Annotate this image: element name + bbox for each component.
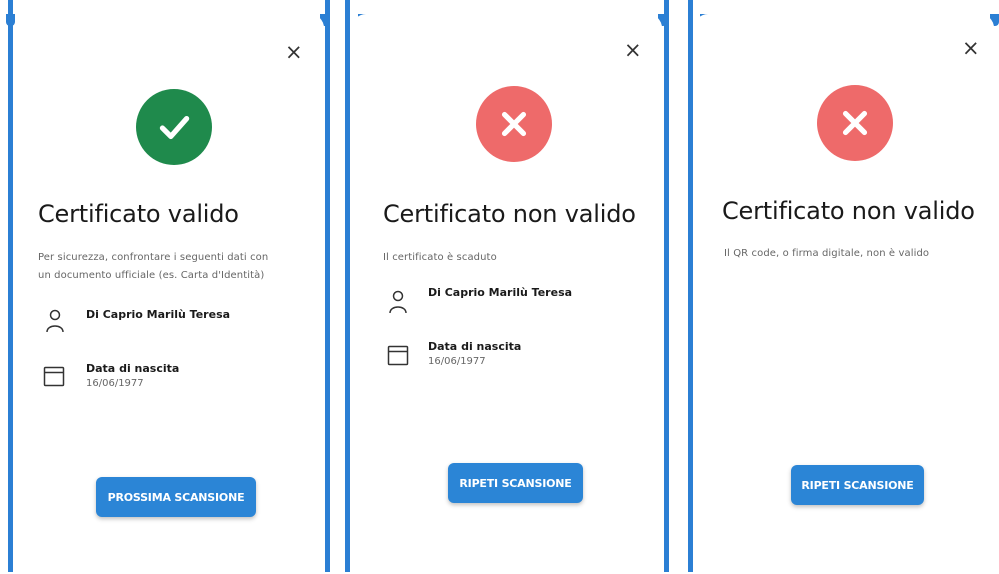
- result-title: Certificato non valido: [383, 200, 636, 228]
- cross-icon: [501, 111, 527, 137]
- check-icon: [159, 115, 190, 140]
- frame-edge: [8, 0, 13, 572]
- frame-edge: [664, 0, 669, 572]
- result-description: Il certificato è scaduto: [383, 252, 497, 263]
- holder-name: Di Caprio Marilù Teresa: [86, 308, 231, 321]
- birth-date-label: Data di nascita: [86, 362, 180, 375]
- calendar-icon: [387, 345, 409, 366]
- status-icon-invalid: [476, 86, 552, 162]
- retry-scan-button[interactable]: RIPETI SCANSIONE: [448, 463, 583, 503]
- result-title: Certificato valido: [38, 200, 239, 228]
- result-description: Per sicurezza, confrontare i seguenti da…: [38, 252, 269, 263]
- birth-date-value: 16/06/1977: [428, 356, 486, 367]
- close-icon[interactable]: ×: [285, 42, 303, 63]
- retry-scan-button[interactable]: RIPETI SCANSIONE: [791, 465, 924, 505]
- holder-name: Di Caprio Marilù Teresa: [428, 286, 573, 299]
- result-description: un documento ufficiale (es. Carta d'Iden…: [38, 270, 265, 281]
- calendar-icon: [43, 366, 65, 387]
- person-icon: [389, 290, 407, 314]
- next-scan-button[interactable]: PROSSIMA SCANSIONE: [96, 477, 256, 517]
- birth-date-label: Data di nascita: [428, 340, 522, 353]
- frame-edge: [325, 0, 330, 572]
- person-icon: [46, 309, 64, 333]
- frame-edge: [688, 0, 693, 572]
- frame-edge: [345, 0, 350, 572]
- status-icon-invalid: [817, 85, 893, 161]
- close-icon[interactable]: ×: [624, 40, 642, 61]
- close-icon[interactable]: ×: [962, 38, 980, 59]
- status-icon-valid: [136, 89, 212, 165]
- result-description: Il QR code, o firma digitale, non è vali…: [724, 248, 930, 259]
- birth-date-value: 16/06/1977: [86, 378, 144, 389]
- cross-icon: [842, 110, 868, 136]
- result-title: Certificato non valido: [722, 197, 975, 225]
